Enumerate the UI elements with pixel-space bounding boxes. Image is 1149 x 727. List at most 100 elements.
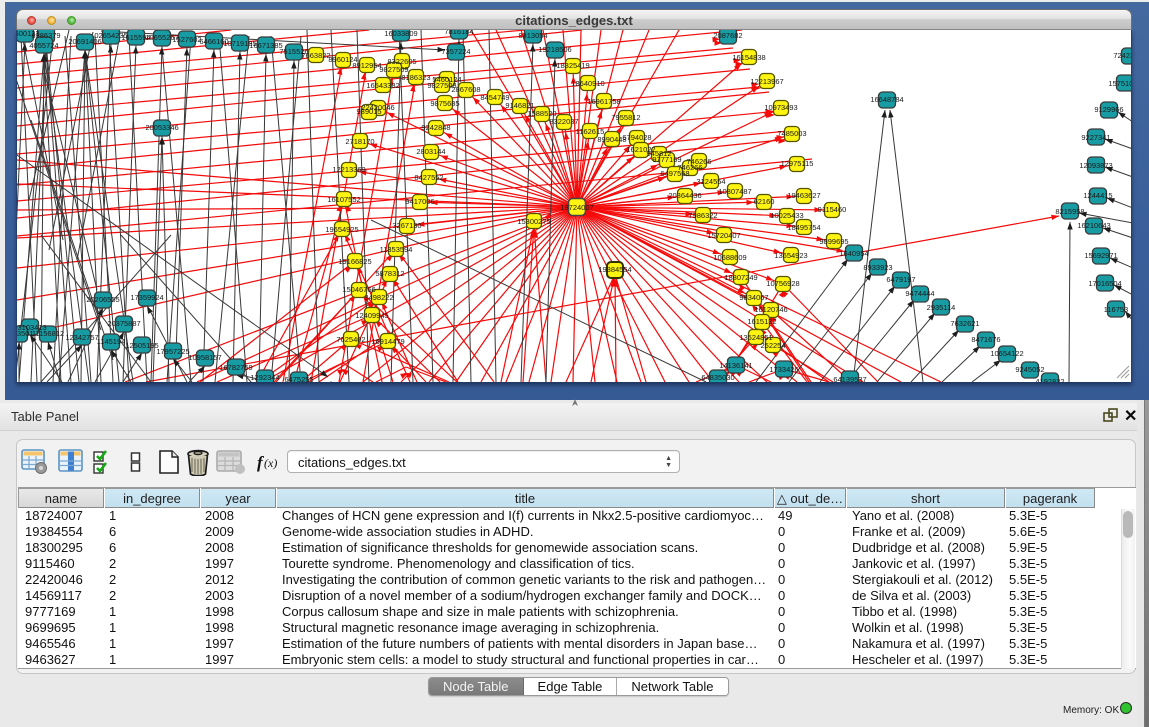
svg-text:4192832: 4192832 — [1035, 377, 1064, 382]
svg-text:4055724: 4055724 — [29, 41, 58, 50]
svg-text:1640954: 1640954 — [839, 249, 868, 258]
svg-text:5878312: 5878312 — [375, 269, 404, 278]
svg-text:7357224: 7357224 — [441, 47, 470, 56]
svg-text:8471676: 8471676 — [971, 335, 1000, 344]
svg-text:8186323: 8186323 — [401, 73, 430, 82]
svg-text:3124554: 3124554 — [696, 177, 725, 186]
svg-text:9129966: 9129966 — [1094, 105, 1123, 114]
svg-text:6475255: 6475255 — [284, 375, 313, 382]
svg-text:8215958: 8215958 — [1055, 207, 1084, 216]
svg-text:17359924: 17359924 — [130, 293, 163, 302]
svg-text:10807487: 10807487 — [718, 187, 751, 196]
svg-text:2867608: 2867608 — [451, 85, 480, 94]
svg-text:8427552: 8427552 — [414, 173, 443, 182]
svg-text:12409945: 12409945 — [355, 311, 388, 320]
svg-text:11353594: 11353594 — [380, 245, 413, 254]
svg-text:1244415: 1244415 — [1083, 191, 1112, 200]
svg-text:7955812: 7955812 — [611, 113, 640, 122]
svg-text:18807249: 18807249 — [724, 273, 757, 282]
svg-text:19654925: 19654925 — [325, 225, 358, 234]
svg-text:19384554: 19384554 — [598, 265, 631, 274]
svg-text:10654122: 10654122 — [990, 349, 1023, 358]
svg-text:19463627: 19463627 — [787, 191, 820, 200]
svg-text:20053346: 20053346 — [145, 123, 178, 132]
svg-text:12975115: 12975115 — [781, 159, 814, 168]
svg-text:19218506: 19218506 — [538, 45, 571, 54]
svg-text:15751074: 15751074 — [1108, 79, 1132, 88]
svg-text:1733426: 1733426 — [769, 365, 798, 374]
svg-text:7663822: 7663822 — [301, 51, 330, 60]
svg-text:12213967: 12213967 — [750, 77, 783, 86]
svg-text:19166825: 19166825 — [338, 257, 371, 266]
svg-text:10973493: 10973493 — [764, 103, 797, 112]
svg-text:2718170: 2718170 — [345, 137, 374, 146]
svg-text:15692971: 15692971 — [1084, 251, 1117, 260]
svg-text:1527602: 1527602 — [172, 35, 201, 44]
svg-text:9875685: 9875685 — [430, 99, 459, 108]
svg-text:12213369: 12213369 — [332, 165, 365, 174]
svg-text:62160: 62160 — [754, 197, 775, 206]
svg-text:20206555: 20206555 — [86, 295, 119, 304]
svg-text:17016504: 17016504 — [1088, 279, 1121, 288]
svg-text:10756928: 10756928 — [766, 279, 799, 288]
svg-text:989015: 989015 — [356, 107, 381, 116]
svg-text:7625402: 7625402 — [336, 335, 365, 344]
svg-text:8386379: 8386379 — [31, 31, 60, 40]
svg-text:9834067: 9834067 — [739, 293, 768, 302]
svg-text:9474444: 9474444 — [905, 289, 934, 298]
svg-text:6497568: 6497568 — [660, 169, 689, 178]
svg-text:15720407: 15720407 — [707, 231, 740, 240]
svg-text:16033809: 16033809 — [384, 30, 417, 38]
svg-text:16914479: 16914479 — [371, 337, 404, 346]
svg-text:16154838: 16154838 — [732, 53, 765, 62]
svg-text:2935114: 2935114 — [927, 303, 956, 312]
svg-text:16648784: 16648784 — [870, 95, 903, 104]
svg-text:18495754: 18495754 — [787, 223, 820, 232]
svg-text:12093873: 12093873 — [1079, 161, 1112, 170]
svg-text:746266: 746266 — [686, 157, 711, 166]
svg-text:16543382: 16543382 — [366, 81, 399, 90]
svg-text:64835030: 64835030 — [701, 373, 734, 382]
svg-text:14136141: 14136141 — [719, 361, 752, 370]
svg-text:9115460: 9115460 — [818, 205, 847, 214]
svg-text:116753: 116753 — [1104, 305, 1128, 314]
svg-text:1615132: 1615132 — [747, 317, 776, 326]
svg-text:16120746: 16120746 — [754, 305, 787, 314]
svg-text:20375887: 20375887 — [107, 319, 140, 328]
svg-text:6794028: 6794028 — [622, 133, 651, 142]
svg-text:7816184: 7816184 — [444, 30, 473, 36]
svg-text:16210643: 16210643 — [1077, 221, 1110, 230]
svg-text:16107552: 16107552 — [327, 195, 360, 204]
svg-text:1292344: 1292344 — [250, 373, 279, 382]
svg-text:18325419: 18325419 — [556, 61, 589, 70]
svg-text:18640910: 18640910 — [571, 79, 604, 88]
svg-text:12505195: 12505195 — [125, 341, 158, 350]
svg-text:8912954: 8912954 — [352, 61, 381, 70]
svg-text:7632621: 7632621 — [950, 319, 979, 328]
svg-text:7986322: 7986322 — [688, 211, 717, 220]
svg-text:16671385: 16671385 — [249, 41, 282, 50]
svg-text:8322037: 8322037 — [549, 117, 578, 126]
svg-text:9245052: 9245052 — [1015, 365, 1044, 374]
svg-text:3267130: 3267130 — [392, 221, 421, 230]
svg-text:2803144: 2803144 — [416, 147, 445, 156]
svg-text:8813054: 8813054 — [518, 31, 547, 40]
svg-text:(x): (x) — [264, 456, 277, 470]
svg-text:9417006: 9417006 — [405, 197, 434, 206]
svg-text:11156812: 11156812 — [32, 329, 64, 338]
svg-text:9899695: 9899695 — [819, 237, 848, 246]
svg-text:10688609: 10688609 — [713, 253, 746, 262]
svg-text:18724007: 18724007 — [560, 203, 593, 212]
svg-text:2087682: 2087682 — [713, 31, 742, 40]
svg-text:6479197: 6479197 — [886, 275, 915, 284]
svg-text:8933923: 8933923 — [863, 263, 892, 272]
svg-text:13654923: 13654923 — [774, 251, 807, 260]
svg-text:10958157: 10958157 — [188, 353, 221, 362]
svg-text:9227341: 9227341 — [1081, 133, 1110, 142]
svg-text:7485003: 7485003 — [777, 129, 806, 138]
svg-text:252254: 252254 — [760, 341, 785, 350]
svg-text:9242848: 9242848 — [421, 123, 450, 132]
svg-text:72423884: 72423884 — [1113, 51, 1132, 60]
svg-text:16961758: 16961758 — [587, 97, 620, 106]
svg-text:3498222: 3498222 — [364, 293, 393, 302]
